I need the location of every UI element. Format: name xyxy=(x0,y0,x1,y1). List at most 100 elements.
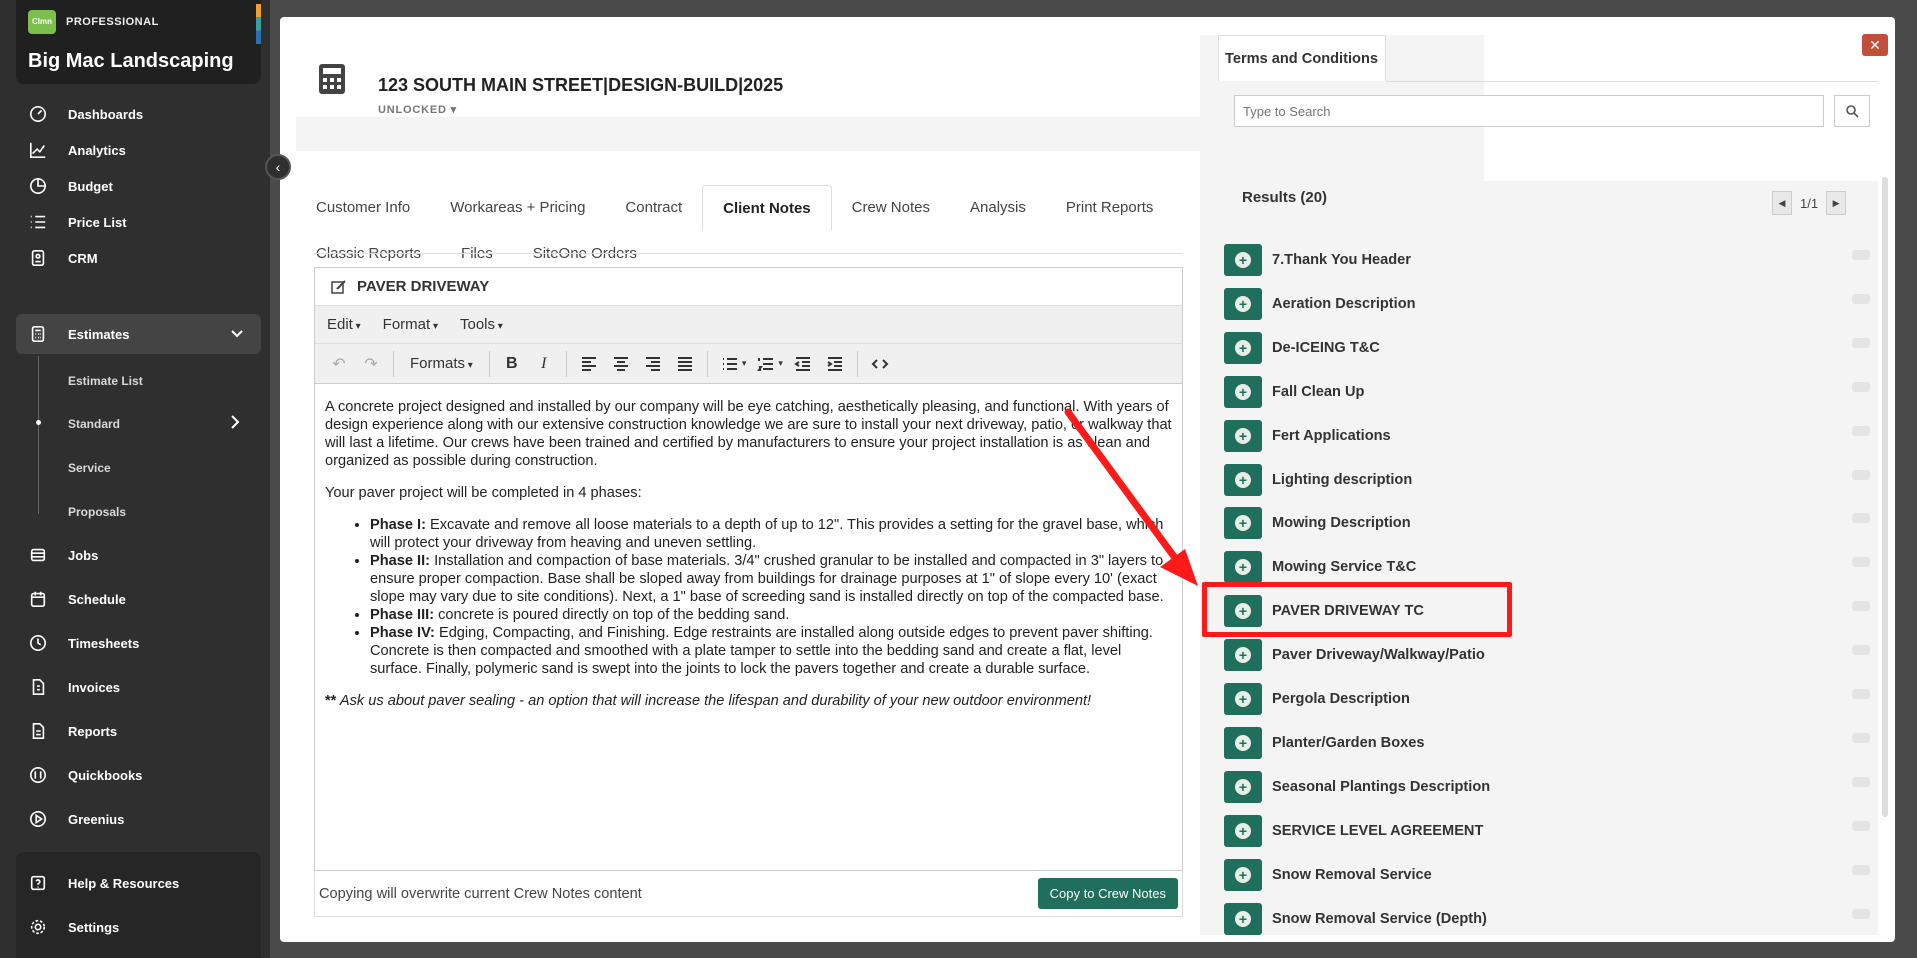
row-toggle[interactable] xyxy=(1852,820,1870,831)
menu-edit[interactable]: Edit xyxy=(327,316,361,333)
result-item[interactable]: + Fall Clean Up xyxy=(1224,374,1874,410)
nav-estimates[interactable]: Estimates xyxy=(16,314,261,354)
tab-customer-info[interactable]: Customer Info xyxy=(296,185,430,231)
nav-analytics[interactable]: Analytics xyxy=(16,130,261,170)
row-toggle[interactable] xyxy=(1852,645,1870,656)
result-item[interactable]: + Mowing Description xyxy=(1224,505,1874,541)
align-right-icon[interactable] xyxy=(637,348,669,380)
result-item[interactable]: + Aeration Description xyxy=(1224,286,1874,322)
subnav-service[interactable]: Service xyxy=(68,461,111,475)
row-toggle[interactable] xyxy=(1852,908,1870,919)
add-term-button[interactable]: + xyxy=(1224,551,1262,584)
add-term-button[interactable]: + xyxy=(1224,726,1262,759)
result-item[interactable]: + Pergola Description xyxy=(1224,681,1874,717)
nav-timesheets[interactable]: Timesheets xyxy=(16,623,261,663)
undo-icon[interactable]: ↶ xyxy=(323,348,355,380)
result-item[interactable]: + Planter/Garden Boxes xyxy=(1224,725,1874,761)
outdent-icon[interactable] xyxy=(787,348,819,380)
next-page-button[interactable]: ▶ xyxy=(1826,191,1847,215)
result-item[interactable]: + Fert Applications xyxy=(1224,418,1874,454)
indent-icon[interactable] xyxy=(819,348,851,380)
add-term-button[interactable]: + xyxy=(1224,244,1262,276)
row-toggle[interactable] xyxy=(1852,557,1870,568)
results-scrollbar[interactable] xyxy=(1882,177,1888,817)
add-term-button[interactable]: + xyxy=(1224,770,1262,803)
close-panel-button[interactable]: ✕ xyxy=(1862,34,1888,56)
tab-workareas[interactable]: Workareas + Pricing xyxy=(430,185,605,231)
add-term-button[interactable]: + xyxy=(1224,419,1262,452)
result-item[interactable]: + Paver Driveway/Walkway/Patio xyxy=(1224,637,1874,673)
row-toggle[interactable] xyxy=(1852,601,1870,612)
sidebar-collapse-button[interactable]: ‹ xyxy=(265,154,291,180)
result-item[interactable]: + SERVICE LEVEL AGREEMENT xyxy=(1224,813,1874,849)
row-toggle[interactable] xyxy=(1852,864,1870,875)
add-term-button[interactable]: + xyxy=(1224,858,1262,891)
nav-budget[interactable]: Budget xyxy=(16,166,261,206)
nav-crm[interactable]: CRM xyxy=(16,238,261,278)
menu-format[interactable]: Format xyxy=(383,316,438,333)
brand-header[interactable]: Clmn PROFESSIONAL Big Mac Landscaping xyxy=(16,0,261,84)
copy-to-crew-notes-button[interactable]: Copy to Crew Notes xyxy=(1037,878,1178,909)
nav-schedule[interactable]: Schedule xyxy=(16,579,261,619)
add-term-button[interactable]: + xyxy=(1224,595,1262,628)
result-item[interactable]: + Snow Removal Service xyxy=(1224,857,1874,893)
add-term-button[interactable]: + xyxy=(1224,463,1262,496)
prev-page-button[interactable]: ◀ xyxy=(1772,191,1792,215)
editor-content[interactable]: A concrete project designed and installe… xyxy=(315,384,1182,826)
nav-quickbooks[interactable]: Quickbooks xyxy=(16,755,261,795)
terms-search-input[interactable] xyxy=(1234,95,1824,127)
nav-jobs[interactable]: Jobs xyxy=(16,535,261,575)
add-term-button[interactable]: + xyxy=(1224,331,1262,364)
result-item[interactable]: + De-ICEING T&C xyxy=(1224,330,1874,366)
row-toggle[interactable] xyxy=(1852,469,1870,480)
add-term-button[interactable]: + xyxy=(1224,683,1262,715)
tab-print-reports[interactable]: Print Reports xyxy=(1046,185,1174,231)
result-item[interactable]: + Seasonal Plantings Description xyxy=(1224,769,1874,805)
source-code-icon[interactable] xyxy=(864,348,896,380)
result-item[interactable]: + Snow Removal Service (Depth) xyxy=(1224,901,1874,937)
add-term-button[interactable]: + xyxy=(1224,375,1262,408)
lock-status-dropdown[interactable]: UNLOCKED ▾ xyxy=(378,103,457,116)
result-item[interactable]: +7.Thank You Header xyxy=(1224,242,1874,278)
row-toggle[interactable] xyxy=(1852,425,1870,436)
nav-price-list[interactable]: Price List xyxy=(16,202,261,242)
italic-icon[interactable]: I xyxy=(528,348,560,380)
result-item[interactable]: + Lighting description xyxy=(1224,462,1874,498)
nav-reports[interactable]: Reports xyxy=(16,711,261,751)
formats-dropdown[interactable]: Formats xyxy=(400,355,483,372)
nav-invoices[interactable]: Invoices xyxy=(16,667,261,707)
row-toggle[interactable] xyxy=(1852,381,1870,392)
subnav-proposals[interactable]: Proposals xyxy=(68,505,126,519)
nav-help[interactable]: Help & Resources xyxy=(16,863,261,903)
subnav-standard[interactable]: Standard xyxy=(68,417,120,431)
tab-client-notes[interactable]: Client Notes xyxy=(702,185,832,231)
search-button[interactable] xyxy=(1834,95,1870,127)
chevron-down-icon[interactable]: ▾ xyxy=(742,358,747,369)
bold-icon[interactable]: B xyxy=(496,348,528,380)
align-center-icon[interactable] xyxy=(605,348,637,380)
row-toggle[interactable] xyxy=(1852,689,1870,699)
result-item[interactable]: + Mowing Service T&C xyxy=(1224,549,1874,585)
row-toggle[interactable] xyxy=(1852,337,1870,348)
tab-contract[interactable]: Contract xyxy=(605,185,702,231)
subnav-estimate-list[interactable]: Estimate List xyxy=(68,374,143,388)
row-toggle[interactable] xyxy=(1852,293,1870,304)
row-toggle[interactable] xyxy=(1852,513,1870,524)
align-justify-icon[interactable] xyxy=(669,348,701,380)
result-item[interactable]: + PAVER DRIVEWAY TC xyxy=(1224,593,1874,629)
nav-settings[interactable]: Settings xyxy=(16,907,261,947)
nav-dashboards[interactable]: Dashboards xyxy=(16,94,261,134)
add-term-button[interactable]: + xyxy=(1224,287,1262,320)
add-term-button[interactable]: + xyxy=(1224,814,1262,847)
tab-analysis[interactable]: Analysis xyxy=(950,185,1046,231)
row-toggle[interactable] xyxy=(1852,732,1870,743)
chevron-down-icon[interactable]: ▾ xyxy=(778,358,783,369)
add-term-button[interactable]: + xyxy=(1224,902,1262,935)
row-toggle[interactable] xyxy=(1852,776,1870,787)
add-term-button[interactable]: + xyxy=(1224,639,1262,672)
tab-terms-and-conditions[interactable]: Terms and Conditions xyxy=(1218,35,1386,81)
align-left-icon[interactable] xyxy=(573,348,605,380)
menu-tools[interactable]: Tools xyxy=(460,316,503,333)
chevron-right-icon[interactable] xyxy=(228,413,242,436)
row-toggle[interactable] xyxy=(1852,250,1870,260)
